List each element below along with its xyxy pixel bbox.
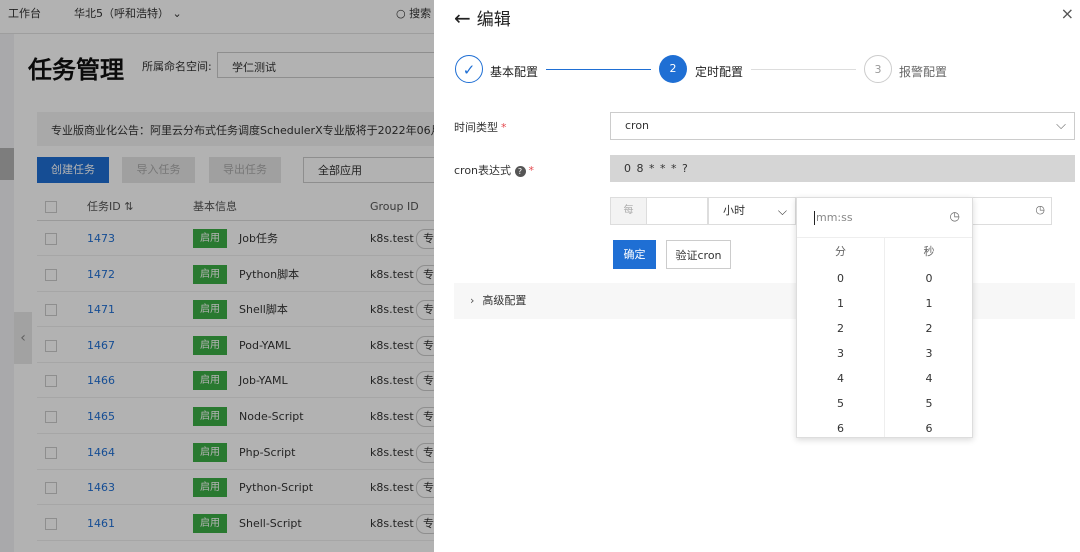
minute-option[interactable]: 2 (797, 316, 884, 341)
unit-select[interactable]: 小时 ⌵ (708, 197, 796, 225)
minute-column: 分 0123456 (797, 238, 885, 437)
time-type-select[interactable]: cron ⌵ (610, 112, 1075, 140)
time-picker-input[interactable]: mm:ss ◷ (797, 198, 972, 238)
minute-header: 分 (835, 245, 846, 258)
minute-option[interactable]: 5 (797, 391, 884, 416)
minute-option[interactable]: 1 (797, 291, 884, 316)
text-cursor (814, 211, 815, 225)
time-placeholder: mm:ss (816, 211, 853, 224)
second-option[interactable]: 3 (885, 341, 973, 366)
chevron-right-icon: › (470, 294, 475, 307)
second-option[interactable]: 1 (885, 291, 973, 316)
clock-icon: ◷ (949, 209, 960, 223)
second-option[interactable]: 5 (885, 391, 973, 416)
required-mark: * (528, 164, 535, 177)
cron-expression-input[interactable]: 0 8 * * * ? (610, 155, 1075, 182)
second-column: 秒 0123456 (885, 238, 973, 437)
second-option[interactable]: 4 (885, 366, 973, 391)
step-2-label: 定时配置 (695, 65, 744, 79)
clock-icon: ◷ (1035, 203, 1045, 216)
step-3-label: 报警配置 (899, 65, 948, 79)
verify-cron-button[interactable]: 验证cron (666, 240, 731, 269)
help-icon[interactable]: ? (514, 166, 526, 177)
minute-option[interactable]: 0 (797, 266, 884, 291)
advanced-config-label: 高级配置 (482, 294, 527, 307)
drawer-header: ← 编辑 (454, 5, 511, 30)
step-connector (751, 69, 856, 70)
back-arrow-icon[interactable]: ← (454, 6, 471, 30)
minute-option[interactable]: 6 (797, 416, 884, 441)
second-header: 秒 (923, 245, 935, 258)
required-mark: * (501, 121, 507, 134)
second-option[interactable]: 6 (885, 416, 973, 441)
time-type-label: 时间类型 * (454, 121, 507, 134)
cron-label: cron表达式 ? * (454, 164, 535, 177)
confirm-button[interactable]: 确定 (613, 240, 656, 269)
step-connector (546, 69, 651, 70)
chevron-down-icon: ⌵ (1056, 118, 1066, 133)
second-option[interactable]: 2 (885, 316, 973, 341)
second-option[interactable]: 0 (885, 266, 973, 291)
every-number-input[interactable] (646, 197, 708, 225)
every-label: 每 (610, 197, 647, 225)
time-type-value: cron (625, 119, 650, 132)
edit-drawer: ← 编辑 × ✓ 基本配置 2 定时配置 3 报警配置 时间类型 * cron ⌵ … (434, 0, 1080, 552)
minute-option[interactable]: 3 (797, 341, 884, 366)
advanced-config-collapse[interactable]: › 高级配置 (454, 283, 1075, 319)
time-picker-popup: mm:ss ◷ 分 0123456 秒 0123456 (796, 197, 973, 438)
minute-option[interactable]: 4 (797, 366, 884, 391)
step-2-number: 2 (659, 55, 687, 83)
drawer-title: 编辑 (476, 10, 511, 30)
close-icon[interactable]: × (1061, 4, 1074, 23)
chevron-down-icon: ⌵ (777, 204, 787, 218)
unit-value: 小时 (723, 204, 745, 217)
step-1-check-icon: ✓ (455, 55, 483, 83)
step-1-label: 基本配置 (490, 65, 539, 79)
time-input[interactable]: ◷ (972, 197, 1052, 225)
step-3-number: 3 (864, 55, 892, 83)
